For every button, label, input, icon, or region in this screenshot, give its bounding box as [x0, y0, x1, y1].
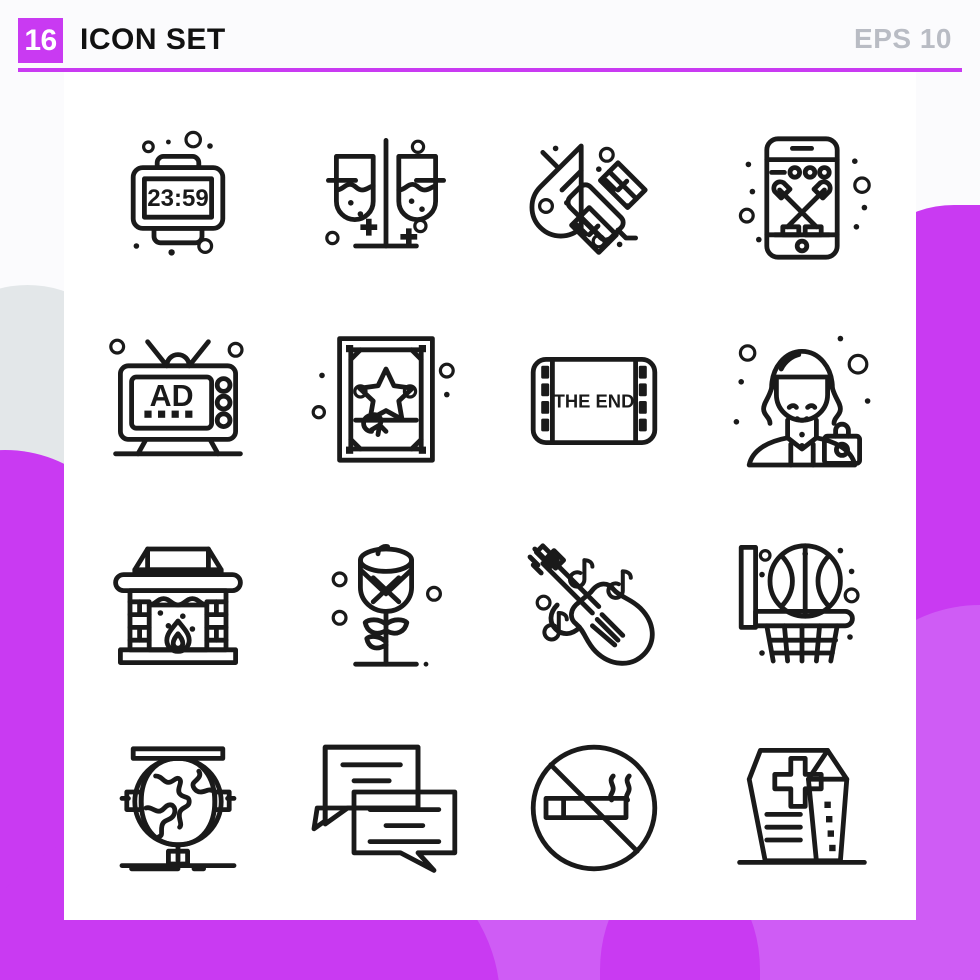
icon-cell-rose-flower[interactable]: [282, 503, 490, 707]
digital-alarm-clock-icon: 23:59: [130, 130, 226, 256]
icon-grid: 23:59 AD THE END: [64, 72, 916, 920]
icon-cell-certificate-award[interactable]: [282, 300, 490, 504]
icon-cell-basketball-hoop[interactable]: [698, 503, 906, 707]
coffin-icon: [737, 748, 867, 866]
rose-flower-icon: [331, 543, 442, 667]
film-the-end-icon: THE END: [530, 357, 658, 446]
header-divider: [18, 68, 962, 72]
icon-grid-card: 23:59 AD THE END: [64, 72, 916, 920]
certificate-award-icon: [311, 336, 455, 463]
icon-cell-fireplace[interactable]: [74, 503, 282, 707]
icon-cell-guitar[interactable]: [490, 503, 698, 707]
satellite-icon: [529, 143, 648, 255]
tv-ad-text: AD: [150, 379, 194, 413]
icon-cell-test-tubes[interactable]: [282, 96, 490, 300]
icon-cell-chat-bubbles[interactable]: [282, 707, 490, 911]
format-label: EPS 10: [854, 23, 952, 54]
icon-cell-globe-stand[interactable]: [74, 707, 282, 911]
icon-cell-no-smoking[interactable]: [490, 707, 698, 911]
basketball-hoop-icon: [738, 543, 860, 664]
icon-count-badge: 16: [18, 18, 63, 63]
mobile-design-app-icon: [738, 136, 871, 260]
page-title: ICON SET: [80, 23, 226, 56]
icon-cell-film-the-end[interactable]: THE END: [490, 300, 698, 504]
guitar-icon: [527, 543, 655, 666]
no-smoking-icon: [530, 745, 658, 872]
globe-stand-icon: [119, 746, 237, 872]
film-end-text: THE END: [554, 391, 635, 412]
test-tubes-icon: [325, 137, 446, 249]
icon-cell-tv-advertisement[interactable]: AD: [74, 300, 282, 504]
icon-cell-mobile-design-app[interactable]: [698, 96, 906, 300]
icon-cell-coffin[interactable]: [698, 707, 906, 911]
chat-bubbles-icon: [311, 745, 458, 874]
tv-advertisement-icon: AD: [109, 338, 244, 457]
page-header: 16 ICON SET EPS 10: [0, 0, 980, 72]
fireplace-icon: [113, 546, 243, 665]
icon-set-page: 16 ICON SET EPS 10 23:59 AD THE END: [0, 0, 980, 980]
icon-cell-businesswoman[interactable]: [698, 300, 906, 504]
clock-time-text: 23:59: [147, 185, 208, 212]
icon-cell-satellite[interactable]: [490, 96, 698, 300]
businesswoman-icon: [733, 336, 871, 468]
icon-cell-digital-alarm-clock[interactable]: 23:59: [74, 96, 282, 300]
